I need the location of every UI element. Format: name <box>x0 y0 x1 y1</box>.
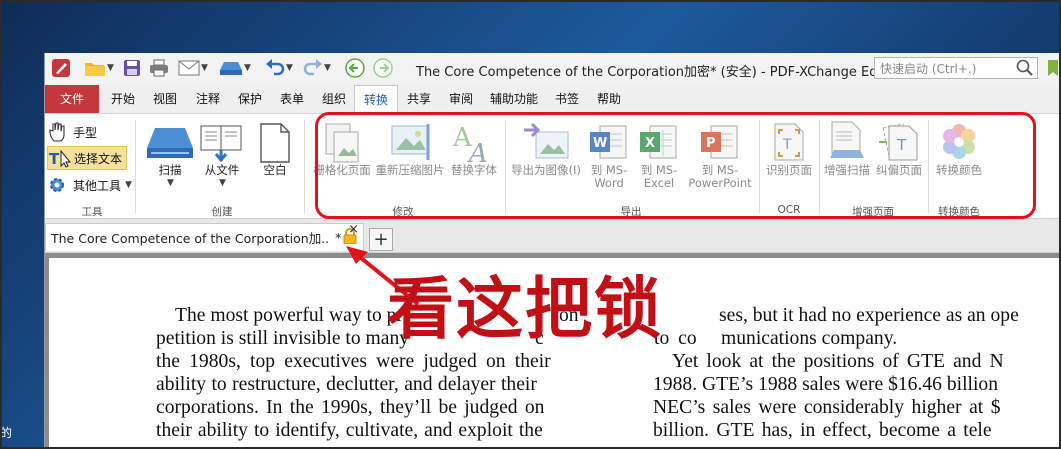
hand-icon <box>49 122 65 142</box>
menu-organize[interactable]: 组织 <box>318 85 350 113</box>
text-line: billion. GTE has, in effect, become a te… <box>653 420 992 441</box>
other-tools-label: 其他工具 <box>73 178 122 193</box>
menu-view[interactable]: 视图 <box>149 85 181 113</box>
text-cursor-icon: T <box>49 149 72 168</box>
undo-button[interactable]: ▼ <box>261 57 297 79</box>
menu-form[interactable]: 表单 <box>276 85 308 113</box>
divider <box>135 120 136 214</box>
scanner-icon <box>147 128 193 158</box>
right-column-top: ses, but it had no experience as an ope … <box>719 304 1019 350</box>
text-line: corporations. In the 1990s, they’ll be j… <box>156 397 545 418</box>
blank-page-icon <box>260 123 290 163</box>
folder-icon <box>85 63 106 76</box>
gear-icon <box>50 178 64 192</box>
text-line: 1988. GTE’s 1988 sales were $16.46 billi… <box>653 374 999 395</box>
save-icon <box>124 60 140 76</box>
menu-accessibility[interactable]: 辅助功能 <box>486 85 542 113</box>
close-tab-button[interactable]: × <box>348 222 359 237</box>
select-text-label: 选择文本 <box>74 151 123 166</box>
text-line: Yet look at the positions of GTE and N <box>672 351 1004 372</box>
divider <box>304 120 305 214</box>
menu-protect[interactable]: 保护 <box>234 85 266 113</box>
text-line: their ability to identify, cultivate, an… <box>156 420 543 441</box>
text-line: ability to restructure, declutter, and d… <box>156 374 537 395</box>
hand-tool-label: 手型 <box>73 125 98 140</box>
save-button[interactable] <box>121 57 143 79</box>
menu-home[interactable]: 开始 <box>107 85 139 113</box>
document-tab[interactable]: The Core Competence of the Corporation加.… <box>45 222 364 251</box>
right-column: Yet look at the positions of GTE and N 1… <box>653 350 1004 442</box>
text-line: ses, but it had no experience as an ope <box>719 305 1019 326</box>
window-title: The Core Competence of the Corporation加密… <box>416 65 900 80</box>
email-button[interactable]: ▼ <box>175 57 211 79</box>
text-line: munications company. <box>721 328 898 349</box>
printer-icon <box>150 59 168 77</box>
undo-icon <box>266 59 285 76</box>
menu-share[interactable]: 共享 <box>403 85 435 113</box>
menu-comment[interactable]: 注释 <box>192 85 224 113</box>
convert-ribbon-highlight-box <box>315 112 1036 219</box>
search-icon[interactable] <box>1016 59 1034 77</box>
from-file-label: 从文件 <box>204 163 240 177</box>
bookmark-flag-icon[interactable] <box>1044 57 1061 79</box>
back-button[interactable] <box>343 57 367 79</box>
menu-convert[interactable]: 转换 <box>354 85 398 114</box>
scanner-icon <box>220 62 243 75</box>
annotation-text: 看这把锁 <box>387 270 663 348</box>
select-text-button[interactable]: T 选择文本 <box>47 146 128 170</box>
other-tools-button[interactable]: 其他工具 ▼ <box>47 173 132 197</box>
text-line: NEC’s sales were considerably higher at … <box>653 397 1001 418</box>
redo-button[interactable]: ▼ <box>299 57 335 79</box>
svg-text:T: T <box>49 150 60 168</box>
from-file-button[interactable]: 从文件 ▼ <box>197 118 247 190</box>
group-tools-label: 工具 <box>81 206 103 218</box>
menu-bar: 文件 开始 视图 注释 保护 表单 组织 转换 共享 审阅 辅助功能 书签 帮助 <box>45 85 1061 114</box>
open-folder-button[interactable]: ▼ <box>79 57 119 79</box>
envelope-icon <box>178 60 200 76</box>
redo-icon <box>303 59 323 76</box>
scan-button[interactable]: 扫描 ▼ <box>143 118 197 190</box>
print-button[interactable] <box>147 57 171 79</box>
quick-launch-input[interactable]: 快速启动 (Ctrl+.) <box>874 57 1038 79</box>
group-create-label: 创建 <box>211 206 233 218</box>
menu-review[interactable]: 审阅 <box>445 85 477 113</box>
documents-icon <box>200 125 242 163</box>
text-fragment: co <box>678 328 697 349</box>
forward-button[interactable] <box>371 57 395 79</box>
blank-page-label: 空白 <box>263 163 287 177</box>
scan-label: 扫描 <box>158 163 182 177</box>
title-bar: ▼ ▼ ▼ ▼ ▼ The Core Competence of the Cor… <box>45 53 1061 83</box>
forward-arrow-icon <box>373 58 393 78</box>
back-arrow-icon <box>345 58 365 78</box>
hand-tool-button[interactable]: 手型 <box>47 120 97 144</box>
menu-file[interactable]: 文件 <box>45 85 99 113</box>
document-tab-title: The Core Competence of the Corporation加.… <box>51 231 330 246</box>
desktop-label: 的 <box>0 426 13 440</box>
scan-quick-button[interactable]: ▼ <box>215 57 255 79</box>
quick-launch-placeholder: 快速启动 (Ctrl+.) <box>880 61 977 76</box>
document-tab-strip: The Core Competence of the Corporation加.… <box>45 219 1061 253</box>
text-line: the 1980s, top executives were judged on… <box>156 351 551 372</box>
blank-page-button[interactable]: 空白 <box>251 118 299 177</box>
menu-help[interactable]: 帮助 <box>593 85 625 113</box>
menu-bookmarks[interactable]: 书签 <box>551 85 583 113</box>
app-logo-icon[interactable] <box>49 57 73 79</box>
